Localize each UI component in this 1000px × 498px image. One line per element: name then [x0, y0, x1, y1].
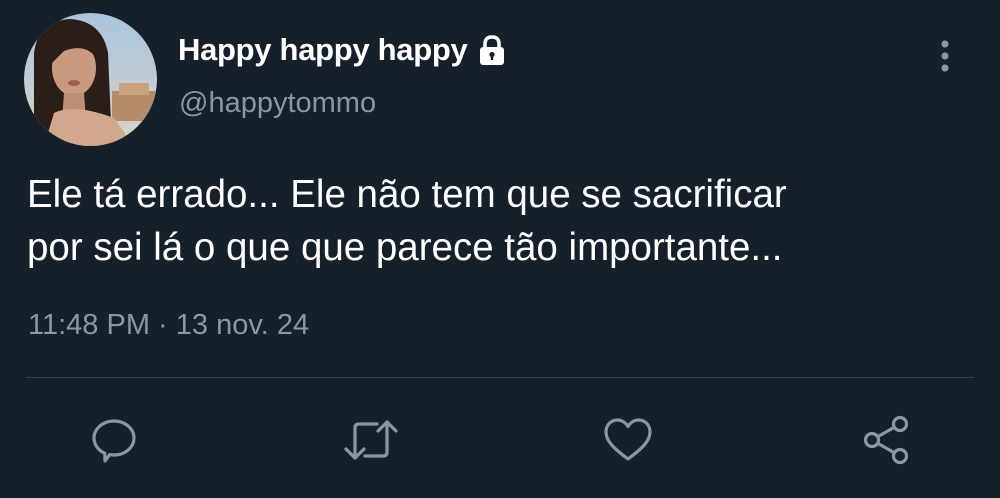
tweet-text-line: por sei lá o que que parece tão importan… — [27, 226, 783, 269]
display-name-row: Happy happy happy — [178, 28, 509, 72]
like-button[interactable] — [598, 410, 658, 470]
tweet-timestamp[interactable]: 11:48 PM · 13 nov. 24 — [28, 309, 309, 342]
divider — [26, 377, 974, 378]
retweet-button[interactable] — [341, 410, 401, 470]
share-icon — [858, 412, 914, 468]
heart-icon — [600, 414, 656, 466]
tweet-text: Ele tá errado... Ele não tem que se sacr… — [27, 168, 977, 274]
avatar[interactable] — [24, 13, 157, 146]
tweet-card: Happy happy happy @happytommo Ele tá err… — [0, 0, 1000, 498]
tweet-time: 11:48 PM — [28, 309, 150, 341]
retweet-icon — [341, 414, 401, 466]
reply-button[interactable] — [84, 410, 144, 470]
share-button[interactable] — [856, 410, 916, 470]
lock-icon — [475, 33, 509, 67]
reply-icon — [88, 414, 140, 466]
tweet-date: 13 nov. 24 — [175, 309, 310, 341]
more-vertical-icon[interactable] — [928, 38, 962, 78]
display-name[interactable]: Happy happy happy — [178, 32, 468, 68]
meta-separator: · — [158, 309, 168, 341]
user-handle[interactable]: @happytommo — [179, 87, 376, 120]
tweet-text-line: Ele tá errado... Ele não tem que se sacr… — [27, 173, 787, 216]
